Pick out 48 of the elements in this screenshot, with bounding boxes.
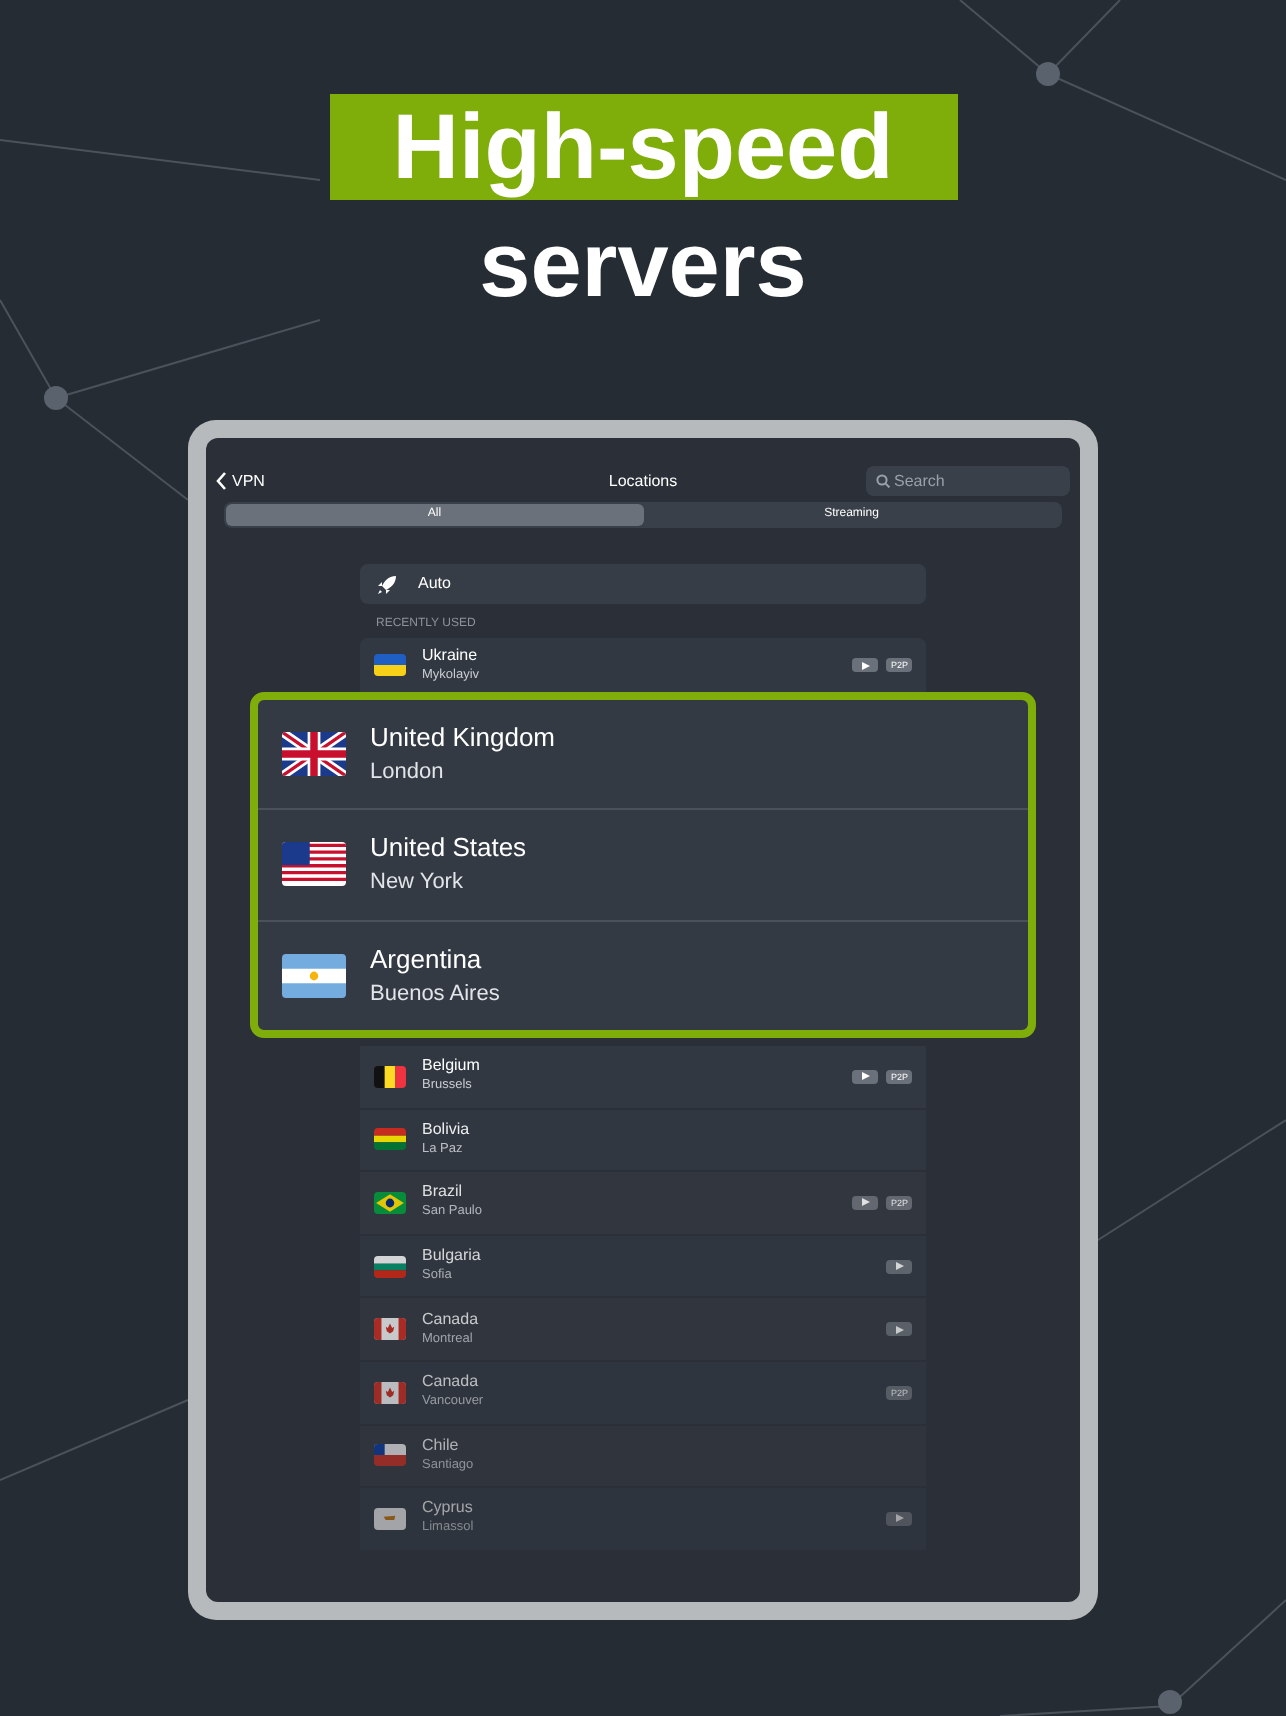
flag-icon xyxy=(374,1191,406,1214)
country-name: Cyprus xyxy=(422,1498,474,1519)
city-name: London xyxy=(370,760,446,787)
network-node xyxy=(1158,1690,1182,1714)
flag-icon xyxy=(374,1444,406,1467)
flag-icon xyxy=(374,1255,406,1278)
city-name: New York xyxy=(370,870,465,897)
country-name: United Kingdom xyxy=(370,722,555,753)
country-name: Bolivia xyxy=(422,1119,470,1140)
flag-icon xyxy=(374,1318,406,1341)
country-name: Argentina xyxy=(370,943,484,974)
play-icon xyxy=(861,661,870,669)
flag-icon xyxy=(374,1507,406,1530)
flag-icon xyxy=(374,1381,406,1404)
country-name: Bulgaria xyxy=(422,1246,481,1267)
country-name: Ukraine xyxy=(422,645,480,665)
featured-location-row[interactable]: United Kingdom London xyxy=(258,700,1028,811)
featured-location-row[interactable]: United States New York xyxy=(258,810,1028,922)
rocket-icon xyxy=(376,573,398,595)
city-name: Buenos Aires xyxy=(370,981,500,1008)
network-node xyxy=(44,386,68,410)
search-icon xyxy=(876,474,890,488)
country-name: Canada xyxy=(422,1309,479,1330)
country-name: Brazil xyxy=(422,1182,465,1203)
play-icon xyxy=(861,1198,870,1207)
country-name: Belgium xyxy=(422,1056,480,1077)
flag-icon xyxy=(282,953,346,998)
country-name: United States xyxy=(370,832,527,863)
flag-icon xyxy=(282,732,346,777)
auto-row[interactable]: Auto xyxy=(360,564,926,604)
country-name: Canada xyxy=(422,1372,481,1393)
play-icon xyxy=(861,1072,870,1081)
flag-icon xyxy=(374,1128,406,1151)
play-icon xyxy=(895,1514,903,1523)
country-name: Chile xyxy=(422,1435,461,1456)
play-icon xyxy=(895,1325,903,1334)
flag-icon xyxy=(374,1065,406,1088)
headline-highlight: High-speed xyxy=(329,94,957,200)
search-field[interactable]: Search xyxy=(866,466,1070,496)
back-button[interactable]: VPN xyxy=(216,469,265,493)
featured-location-row[interactable]: Argentina Buenos Aires xyxy=(258,921,1028,1030)
play-icon xyxy=(895,1262,903,1271)
flag-icon xyxy=(282,842,346,887)
chevron-left-icon xyxy=(216,472,226,490)
screen-title: Locations xyxy=(608,469,678,493)
flag-icon xyxy=(374,654,406,676)
network-node xyxy=(1036,62,1060,86)
headline-text: servers xyxy=(479,210,807,320)
